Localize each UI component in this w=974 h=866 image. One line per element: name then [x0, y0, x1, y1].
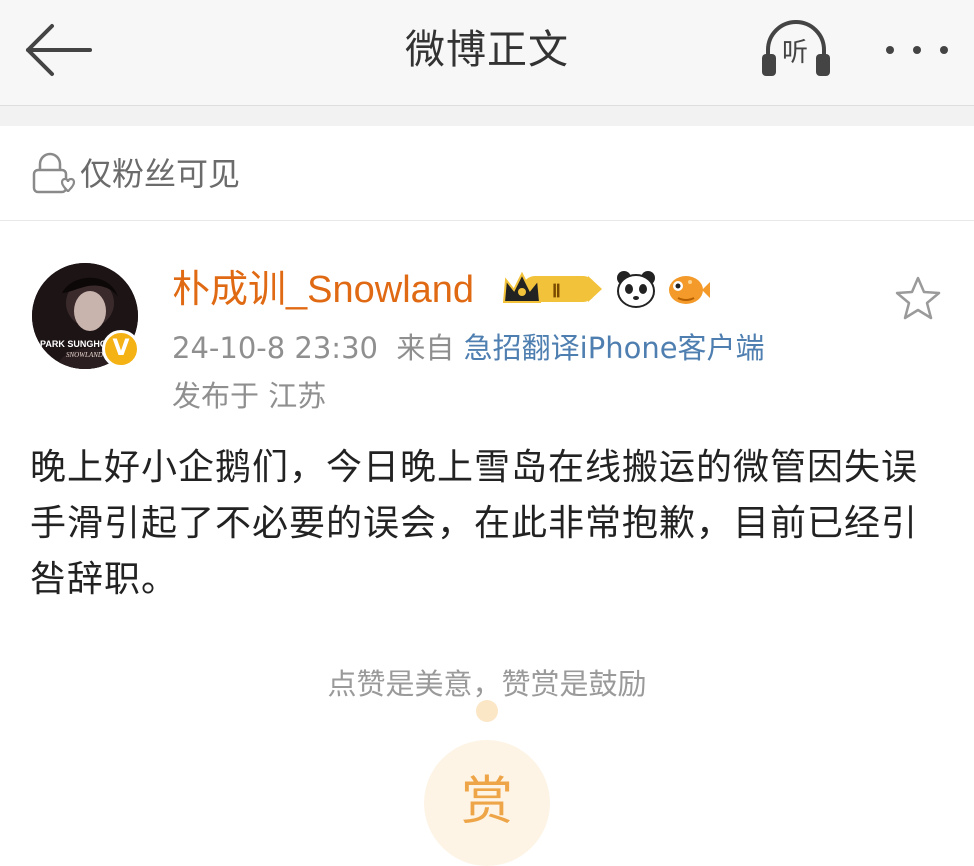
author-name[interactable]: 朴成训_Snowland [172, 264, 474, 316]
vip-level: Ⅱ [552, 281, 561, 301]
more-dots-icon [886, 46, 948, 54]
reward-decoration [476, 700, 498, 722]
more-button[interactable] [872, 18, 962, 82]
lock-heart-icon [30, 152, 76, 196]
avatar-text-2: SNOWLAND [66, 351, 103, 359]
panda-icon [614, 268, 658, 310]
section-divider [0, 106, 974, 126]
star-icon [895, 276, 941, 320]
post-location: 发布于 江苏 [172, 379, 327, 413]
post-meta: 24-10-8 23:30 来自 急招翻译iPhone客户端 [172, 326, 765, 370]
favorite-star-button[interactable] [894, 274, 942, 322]
reward-button[interactable]: 赏 [424, 740, 550, 866]
pufferfish-icon [664, 268, 710, 310]
visibility-label: 仅粉丝可见 [80, 155, 241, 193]
listen-label: 听 [782, 38, 809, 68]
post-body: 晚上好小企鹅们，今日晚上雪岛在线搬运的微管因失误手滑引起了不必要的误会，在此非常… [30, 447, 919, 600]
listen-button[interactable]: 听 [756, 18, 836, 82]
post-source-link[interactable]: 急招翻译iPhone客户端 [464, 331, 765, 365]
nav-bar: 微博正文 听 [0, 0, 974, 106]
source-prefix: 来自 [396, 331, 455, 365]
post-timestamp: 24-10-8 23:30 [172, 331, 378, 365]
reward-button-label: 赏 [460, 772, 513, 832]
vip-crown-badge[interactable]: Ⅱ [500, 268, 608, 310]
verified-badge: V [102, 330, 140, 368]
